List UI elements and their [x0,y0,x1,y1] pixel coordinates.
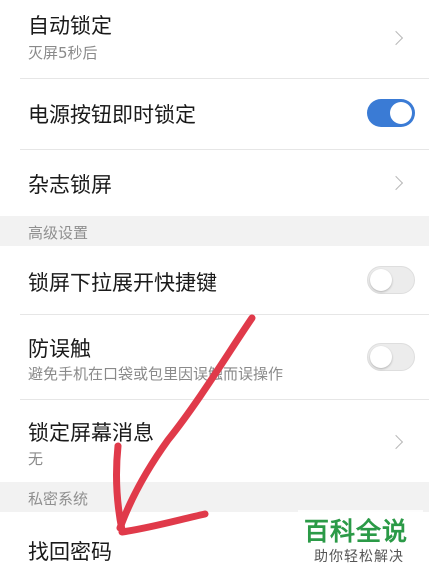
section-advanced-label: 高级设置 [28,224,89,242]
chevron-right-icon [388,30,404,46]
lock-screen-messages-title: 锁定屏幕消息 [28,421,154,445]
accidental-touch-subtitle: 避免手机在口袋或包里因误触而误操作 [28,365,284,383]
pull-down-shortcuts-title: 锁屏下拉展开快捷键 [28,271,217,295]
watermark-main-text: 百科全说 [304,517,409,546]
auto-lock-title: 自动锁定 [28,14,112,38]
section-privacy-label: 私密系统 [28,490,89,508]
watermark-logo: 百科全说 助你轻松解决 [298,510,423,570]
watermark-sub-text: 助你轻松解决 [314,549,404,565]
accidental-touch-item: 防误触 避免手机在口袋或包里因误触而误操作 [0,315,429,399]
power-button-lock-toggle[interactable] [367,99,415,127]
magazine-lock-item[interactable]: 杂志锁屏 [0,150,429,216]
toggle-knob [390,102,412,124]
auto-lock-item[interactable]: 自动锁定 灭屏5秒后 [0,0,429,78]
power-button-lock-title: 电源按钮即时锁定 [28,103,196,127]
chevron-right-icon [388,434,404,450]
accidental-touch-title: 防误触 [28,337,91,361]
magazine-lock-title: 杂志锁屏 [28,173,112,197]
recover-password-title: 找回密码 [28,540,112,564]
lock-screen-messages-item[interactable]: 锁定屏幕消息 无 [0,400,429,482]
lock-screen-messages-subtitle: 无 [28,450,44,468]
pull-down-shortcuts-item: 锁屏下拉展开快捷键 [0,246,429,314]
accidental-touch-toggle[interactable] [367,343,415,371]
power-button-lock-item: 电源按钮即时锁定 [0,79,429,149]
toggle-knob [370,269,392,291]
auto-lock-subtitle: 灭屏5秒后 [28,44,98,62]
chevron-right-icon [388,175,404,191]
pull-down-shortcuts-toggle[interactable] [367,266,415,294]
section-header-advanced: 高级设置 [0,216,429,246]
toggle-knob [370,346,392,368]
section-header-privacy: 私密系统 [0,482,429,512]
